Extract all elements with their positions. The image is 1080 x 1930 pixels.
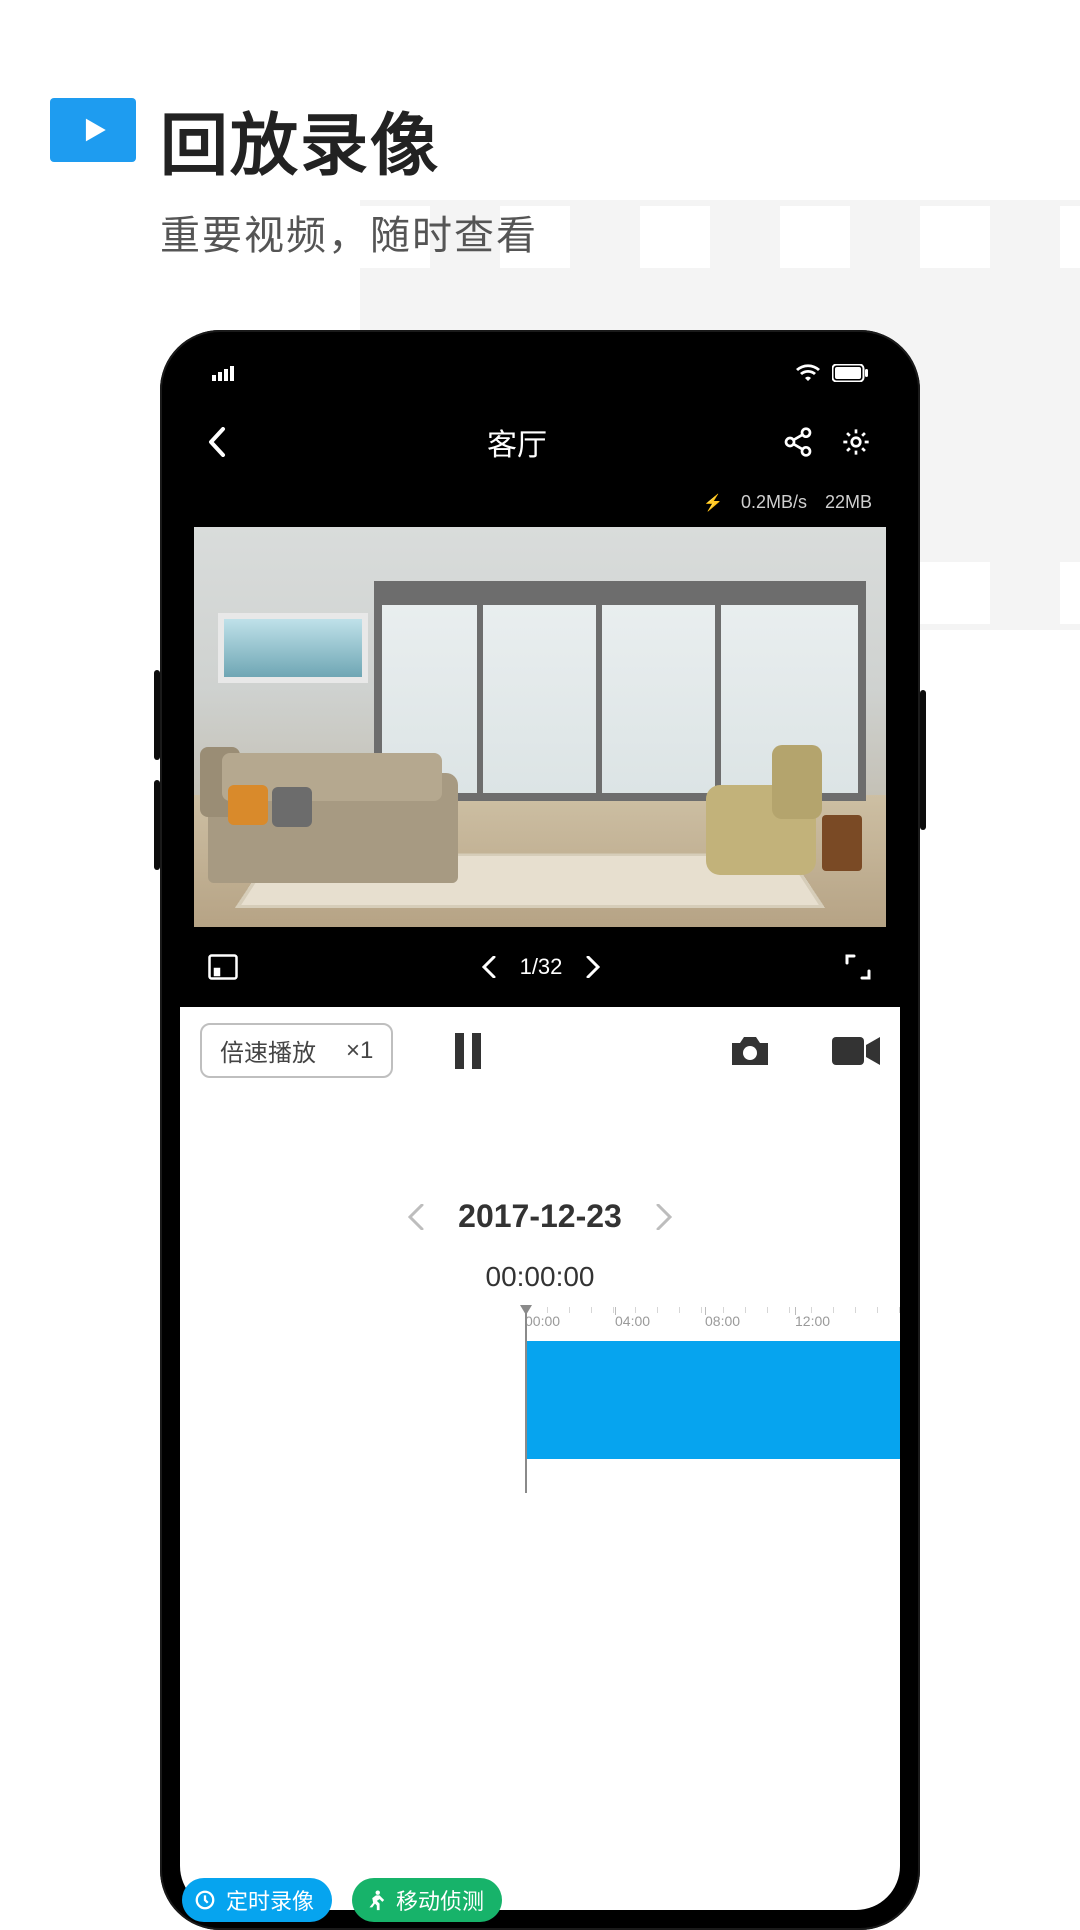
marketing-subtitle: 重要视频，随时查看 [160,203,538,261]
timeline-tick: 04:00 [615,1313,705,1339]
timeline-tick: 00:00 [525,1313,615,1339]
marketing-title: 回放录像 [160,90,538,189]
timeline-playhead[interactable] [525,1307,527,1493]
wifi-icon [796,364,820,382]
snapshot-button[interactable] [728,1033,772,1069]
play-icon [50,98,136,162]
bg-play-triangle [1040,385,1080,465]
screen-title: 客厅 [252,420,782,464]
bolt-icon: ⚡ [703,493,723,513]
stream-total: 22MB [825,492,872,513]
video-bottom-bar: 1/32 [180,927,900,1007]
legend-motion-label: 移动侦测 [396,1884,484,1910]
legend-motion[interactable]: 移动侦测 [352,1878,502,1910]
phone-mockup: 客厅 ⚡ 0.2MB/s 22MB [160,330,920,1930]
speed-value: ×1 [346,1037,373,1065]
page-prev[interactable] [482,956,496,978]
stream-speed: 0.2MB/s [741,492,807,513]
date-prev[interactable] [408,1204,424,1230]
page-indicator: 1/32 [520,954,563,980]
timeline-tick: 12:00 [795,1313,885,1339]
playback-speed-button[interactable]: 倍速播放 ×1 [200,1023,393,1078]
playback-panel: 倍速播放 ×1 2017-12-23 [180,1007,900,1910]
page-next[interactable] [586,956,600,978]
legend-scheduled[interactable]: 定时录像 [182,1878,332,1910]
date-label[interactable]: 2017-12-23 [458,1198,622,1235]
timeline[interactable]: 00:0004:0008:0012:00 [180,1307,900,1507]
fullscreen-button[interactable] [844,953,872,981]
legend-scheduled-label: 定时录像 [226,1884,314,1910]
timeline-tick: 08:00 [705,1313,795,1339]
pause-button[interactable] [453,1033,483,1069]
battery-icon [832,364,868,382]
record-button[interactable] [832,1035,880,1067]
stream-stats: ⚡ 0.2MB/s 22MB [180,488,900,527]
date-next[interactable] [656,1204,672,1230]
control-row: 倍速播放 ×1 [180,1007,900,1088]
settings-button[interactable] [840,426,872,458]
timeline-legend: 定时录像 移动侦测 [182,1878,502,1910]
signal-icon [212,365,238,381]
clock-icon [192,1887,218,1910]
share-button[interactable] [782,426,814,458]
video-viewport[interactable] [194,527,886,927]
back-button[interactable] [208,427,252,457]
timeline-recorded-band [525,1341,900,1459]
time-label: 00:00:00 [180,1261,900,1293]
speed-label: 倍速播放 [220,1033,316,1068]
status-bar [180,350,900,396]
app-header: 客厅 [180,396,900,488]
running-icon [362,1887,388,1910]
marketing-header: 回放录像 重要视频，随时查看 [50,90,538,261]
phone-screen: 客厅 ⚡ 0.2MB/s 22MB [180,350,900,1910]
date-nav: 2017-12-23 [180,1198,900,1235]
multiview-button[interactable] [208,954,238,980]
